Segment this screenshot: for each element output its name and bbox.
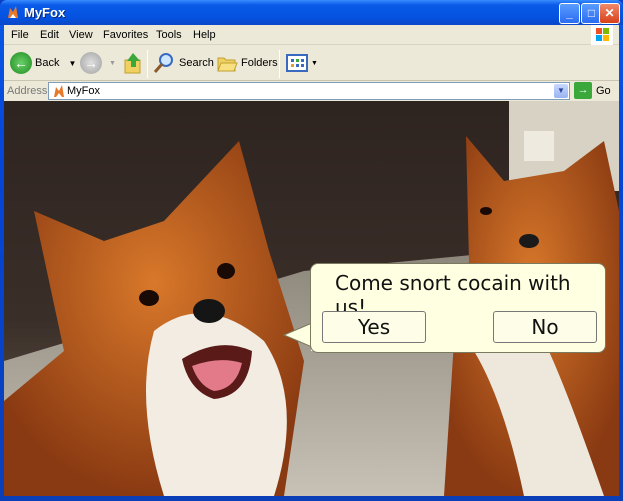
fox-page-icon xyxy=(52,84,66,98)
fox-app-icon xyxy=(6,5,20,19)
forward-button[interactable]: → ▼ xyxy=(80,45,116,81)
speech-bubble-dialog: Come snort cocain with us! Yes No xyxy=(310,263,606,353)
back-dropdown-icon[interactable]: ▼ xyxy=(68,59,76,68)
address-dropdown-icon[interactable]: ▼ xyxy=(554,84,568,98)
up-folder-button[interactable] xyxy=(122,45,144,81)
folders-label: Folders xyxy=(241,57,278,69)
menu-view[interactable]: View xyxy=(69,29,93,41)
toolbar: ← Back ▼ → ▼ Search Folders ▼ xyxy=(4,45,619,81)
address-input[interactable]: MyFox ▼ xyxy=(48,82,570,100)
title-bar[interactable]: MyFox _ □ ✕ xyxy=(0,0,623,25)
back-arrow-icon: ← xyxy=(10,52,32,74)
toolbar-separator xyxy=(279,50,280,78)
menu-edit[interactable]: Edit xyxy=(40,29,59,41)
views-button[interactable]: ▼ xyxy=(286,45,318,81)
folders-button[interactable]: Folders xyxy=(216,45,278,81)
menu-favorites[interactable]: Favorites xyxy=(103,29,148,41)
fox-photo: Come snort cocain with us! Yes No xyxy=(4,101,619,496)
explorer-window: MyFox _ □ ✕ File Edit View Favorites Too… xyxy=(0,0,623,501)
up-folder-icon xyxy=(122,51,144,75)
go-arrow-icon: → xyxy=(574,82,592,99)
address-bar: Address MyFox ▼ → Go xyxy=(4,81,619,101)
minimize-button[interactable]: _ xyxy=(559,3,580,24)
back-label: Back xyxy=(35,57,59,69)
back-button[interactable]: ← Back ▼ xyxy=(10,45,76,81)
menu-tools[interactable]: Tools xyxy=(156,29,182,41)
close-button[interactable]: ✕ xyxy=(599,3,620,24)
windows-logo-icon xyxy=(591,25,613,45)
address-value: MyFox xyxy=(67,85,100,97)
folders-icon xyxy=(216,52,238,74)
menu-bar: File Edit View Favorites Tools Help xyxy=(4,25,619,45)
window-title: MyFox xyxy=(24,5,65,20)
search-button[interactable]: Search xyxy=(152,45,214,81)
yes-button[interactable]: Yes xyxy=(322,311,426,343)
toolbar-separator xyxy=(147,50,148,78)
address-label: Address xyxy=(7,85,47,97)
no-button[interactable]: No xyxy=(493,311,597,343)
search-icon xyxy=(152,51,176,75)
go-label: Go xyxy=(596,85,611,97)
menu-file[interactable]: File xyxy=(11,29,29,41)
search-label: Search xyxy=(179,57,214,69)
go-button[interactable]: → Go xyxy=(574,82,611,99)
views-dropdown-icon: ▼ xyxy=(311,60,318,67)
views-icon xyxy=(286,53,308,73)
menu-help[interactable]: Help xyxy=(193,29,216,41)
forward-arrow-icon: → xyxy=(80,52,102,74)
forward-dropdown-icon: ▼ xyxy=(109,60,116,67)
